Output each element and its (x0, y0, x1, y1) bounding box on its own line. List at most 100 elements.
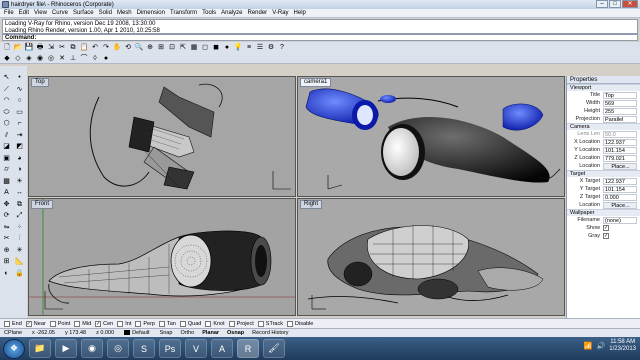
osnap-end[interactable]: End (4, 320, 22, 327)
right-viewport[interactable]: Right (297, 198, 565, 316)
viewport-section[interactable]: Viewport (567, 84, 640, 91)
wireframe-icon[interactable]: ◻ (200, 43, 210, 52)
osnap-checkbox[interactable] (74, 320, 81, 327)
osnap-checkbox[interactable] (228, 320, 235, 327)
snap-cen-icon[interactable]: ◎ (46, 54, 56, 63)
join-icon[interactable]: ⊕ (1, 245, 13, 256)
prop-yloc-field[interactable]: 101.154 (603, 146, 637, 154)
help-icon[interactable]: ? (277, 43, 287, 52)
mesh-icon[interactable]: ▩ (1, 176, 13, 187)
camera-place-button[interactable]: Place... (603, 162, 637, 170)
skype-icon[interactable]: S (133, 339, 155, 358)
photoshop-icon[interactable]: Ps (159, 339, 181, 358)
record-history-toggle[interactable]: Record History (252, 330, 288, 336)
maximize-button[interactable]: □ (609, 0, 621, 8)
osnap-quad[interactable]: Quad (179, 320, 201, 327)
light-tool-icon[interactable]: ☀ (14, 176, 26, 187)
osnap-checkbox[interactable] (25, 320, 32, 327)
snap-mid-icon[interactable]: ◉ (35, 54, 45, 63)
print-icon[interactable]: 🖶 (35, 43, 45, 52)
osnap-perp[interactable]: Perp (135, 320, 155, 327)
grid-icon[interactable]: ▦ (189, 43, 199, 52)
viewport-label[interactable]: Top (31, 78, 49, 87)
properties-icon[interactable]: ☰ (255, 43, 265, 52)
extend-icon[interactable]: ⇥ (14, 130, 26, 141)
chrome-icon[interactable]: ◎ (107, 339, 129, 358)
osnap-toggle[interactable]: Osnap (227, 330, 244, 336)
array-icon[interactable]: ⁘ (14, 222, 26, 233)
osnap-checkbox[interactable] (179, 320, 186, 327)
redo-icon[interactable]: ↷ (101, 43, 111, 52)
zoom-window-icon[interactable]: ⊕ (145, 43, 155, 52)
osnap-disable[interactable]: Disable (287, 320, 313, 327)
rectangle-icon[interactable]: ▭ (14, 107, 26, 118)
new-file-icon[interactable]: 🗋 (2, 43, 12, 52)
explorer-icon[interactable]: 📁 (29, 339, 51, 358)
viewport-label[interactable]: Right (300, 200, 323, 209)
camera-section[interactable]: Camera (567, 123, 640, 130)
cylinder-icon[interactable]: ⌭ (1, 164, 13, 175)
offset-icon[interactable]: ⫽ (1, 130, 13, 141)
clock[interactable]: 11:58 AM 1/23/2013 (609, 339, 636, 353)
copy-tool-icon[interactable]: ⧉ (14, 199, 26, 210)
osnap-near[interactable]: Near (25, 320, 46, 327)
snap-point-icon[interactable]: ◈ (24, 54, 34, 63)
menu-view[interactable]: View (34, 10, 47, 16)
rotate-view-icon[interactable]: ⟲ (123, 43, 133, 52)
osnap-mid[interactable]: Mid (74, 320, 91, 327)
analyze-icon[interactable]: 📐 (14, 256, 26, 267)
menu-dimension[interactable]: Dimension (137, 10, 165, 16)
save-icon[interactable]: 💾 (24, 43, 34, 52)
polygon-icon[interactable]: ⬡ (1, 118, 13, 129)
menu-file[interactable]: File (4, 10, 14, 16)
firefox-icon[interactable]: ◉ (81, 339, 103, 358)
projection-dropdown[interactable]: Parallel (603, 115, 637, 123)
snap-end-icon[interactable]: ◆ (2, 54, 12, 63)
camera-viewport[interactable]: camera1 (297, 76, 565, 197)
surface-icon[interactable]: ◪ (1, 141, 13, 152)
snap-quad-icon[interactable]: ◊ (90, 54, 100, 63)
render-icon[interactable]: ● (222, 43, 232, 52)
move-icon[interactable]: ✥ (1, 199, 13, 210)
box-icon[interactable]: ▣ (1, 153, 13, 164)
shaded-icon[interactable]: ◼ (211, 43, 221, 52)
osnap-checkbox[interactable] (49, 320, 56, 327)
target-section[interactable]: Target (567, 170, 640, 177)
osnap-checkbox[interactable] (257, 320, 264, 327)
lock-icon[interactable]: 🔒 (14, 268, 26, 279)
start-button[interactable]: ❖ (3, 338, 25, 359)
snap-perp-icon[interactable]: ⊥ (68, 54, 78, 63)
prop-xtarget-field[interactable]: 122.937 (603, 177, 637, 185)
osnap-checkbox[interactable] (158, 320, 165, 327)
zoom-extents-icon[interactable]: ⊞ (156, 43, 166, 52)
menu-mesh[interactable]: Mesh (117, 10, 132, 16)
import-icon[interactable]: ⇲ (46, 43, 56, 52)
undo-icon[interactable]: ↶ (90, 43, 100, 52)
select-icon[interactable]: ⇱ (178, 43, 188, 52)
sphere-icon[interactable]: ◕ (14, 153, 26, 164)
point-icon[interactable]: • (14, 72, 26, 83)
osnap-int[interactable]: Int (117, 320, 131, 327)
planar-toggle[interactable]: Planar (202, 330, 219, 336)
network-icon[interactable]: 📶 (584, 342, 593, 350)
options-icon[interactable]: ⚙ (266, 43, 276, 52)
wallpaper-filename-field[interactable]: (none) (603, 216, 637, 224)
osnap-project[interactable]: Project (228, 320, 254, 327)
volume-icon[interactable]: 🔊 (597, 342, 606, 350)
light-icon[interactable]: 💡 (233, 43, 243, 52)
prop-title-field[interactable]: Top (603, 91, 637, 99)
media-player-icon[interactable]: ▶ (55, 339, 77, 358)
menu-solid[interactable]: Solid (99, 10, 112, 16)
menu-transform[interactable]: Transform (170, 10, 197, 16)
select-arrow-icon[interactable]: ↖ (1, 72, 13, 83)
minimize-button[interactable]: – (596, 0, 608, 8)
prop-ztarget-field[interactable]: 0.000 (603, 193, 637, 201)
menu-render[interactable]: Render (248, 10, 268, 16)
snap-int-icon[interactable]: ✕ (57, 54, 67, 63)
mirror-icon[interactable]: ⇋ (1, 222, 13, 233)
vray-icon[interactable]: V (185, 339, 207, 358)
layers-icon[interactable]: ≡ (244, 43, 254, 52)
rhino-taskbar-icon[interactable]: R (237, 339, 259, 358)
prop-height-field[interactable]: 255 (603, 107, 637, 115)
viewport-label[interactable]: camera1 (300, 78, 332, 87)
